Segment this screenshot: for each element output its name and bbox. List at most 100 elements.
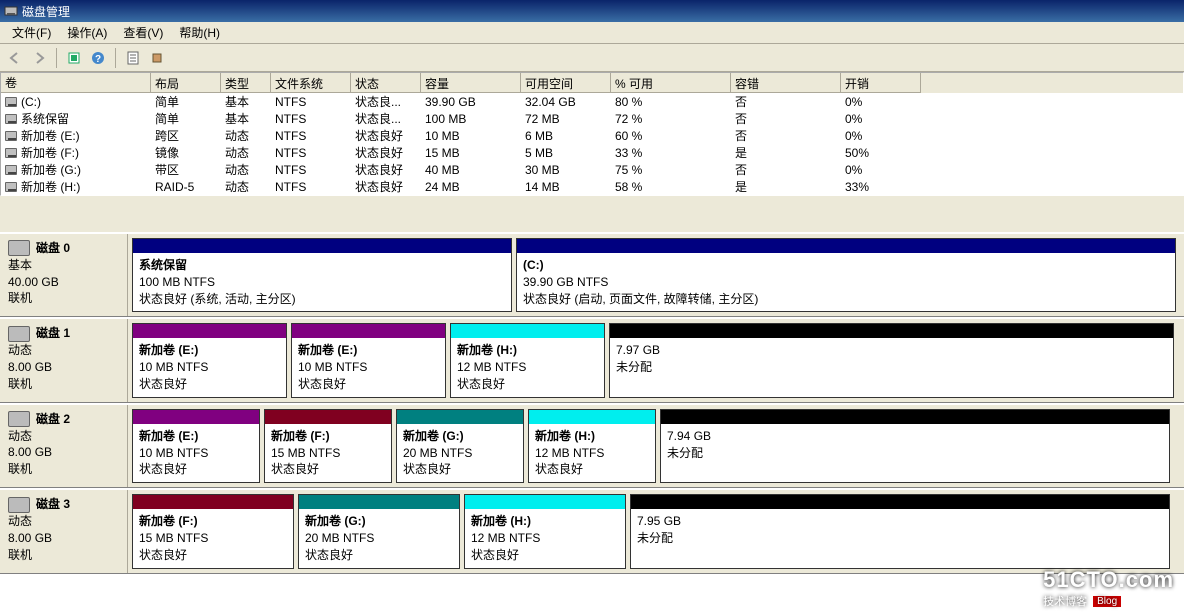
partition[interactable]: 新加卷 (H:)12 MB NTFS状态良好 [464,494,626,568]
partition[interactable]: 新加卷 (E:)10 MB NTFS状态良好 [132,409,260,483]
volume-name: 新加卷 (F:) [21,144,79,161]
drive-icon [5,182,17,192]
volume-list-header: 卷 布局 类型 文件系统 状态 容量 可用空间 % 可用 容错 开销 [1,73,1183,93]
volume-free: 14 MB [521,179,611,195]
unallocated-space[interactable]: 7.95 GB未分配 [630,494,1170,568]
menu-action[interactable]: 操作(A) [59,22,115,43]
disk-map: 磁盘 0基本40.00 GB联机系统保留100 MB NTFS状态良好 (系统,… [0,232,1184,574]
partition[interactable]: 新加卷 (H:)12 MB NTFS状态良好 [450,323,605,397]
menu-view[interactable]: 查看(V) [115,22,171,43]
nav-back-button [4,47,26,69]
volume-row[interactable]: 新加卷 (H:)RAID-5动态NTFS状态良好24 MB14 MB58 %是3… [1,178,1183,195]
partition-name: 新加卷 (G:) [305,513,453,530]
volume-pct: 72 % [611,111,731,127]
partition-status: 状态良好 [457,376,598,393]
partition[interactable]: 新加卷 (E:)10 MB NTFS状态良好 [291,323,446,397]
col-capacity[interactable]: 容量 [421,73,521,93]
partition-status: 未分配 [616,359,1167,376]
disk-kind: 动态 [8,342,119,359]
volume-row[interactable]: 新加卷 (G:)带区动态NTFS状态良好40 MB30 MB75 %否0% [1,161,1183,178]
help-button[interactable]: ? [87,47,109,69]
col-volume[interactable]: 卷 [1,73,151,93]
disk-size: 8.00 GB [8,530,119,547]
toolbar-separator [115,48,116,68]
menu-help[interactable]: 帮助(H) [171,22,228,43]
disk-icon [8,497,30,513]
volume-row[interactable]: 新加卷 (F:)镜像动态NTFS状态良好15 MB5 MB33 %是50% [1,144,1183,161]
partition-size: 12 MB NTFS [535,445,649,462]
volume-list[interactable]: 卷 布局 类型 文件系统 状态 容量 可用空间 % 可用 容错 开销 (C:)简… [0,72,1184,196]
volume-overhead: 0% [841,128,921,144]
partition-name: 新加卷 (H:) [471,513,619,530]
volume-type: 动态 [221,177,271,196]
volume-row[interactable]: 系统保留简单基本NTFS状态良...100 MB72 MB72 %否0% [1,110,1183,127]
col-type[interactable]: 类型 [221,73,271,93]
partition-header-bar [133,410,259,424]
volume-overhead: 33% [841,179,921,195]
col-overhead[interactable]: 开销 [841,73,921,93]
col-layout[interactable]: 布局 [151,73,221,93]
volume-capacity: 39.90 GB [421,94,521,110]
drive-icon [5,97,17,107]
partition[interactable]: 新加卷 (E:)10 MB NTFS状态良好 [132,323,287,397]
partition-header-bar [299,495,459,509]
volume-name: 新加卷 (G:) [21,161,81,178]
col-pct[interactable]: % 可用 [611,73,731,93]
partition-status: 状态良好 [298,376,439,393]
col-fs[interactable]: 文件系统 [271,73,351,93]
volume-fs: NTFS [271,179,351,195]
partition-header-bar [517,239,1175,253]
disk-kind: 动态 [8,428,119,445]
unallocated-space[interactable]: 7.97 GB未分配 [609,323,1174,397]
disk-info[interactable]: 磁盘 1动态8.00 GB联机 [0,319,128,401]
disk-info[interactable]: 磁盘 3动态8.00 GB联机 [0,490,128,572]
partition-name: 新加卷 (H:) [457,342,598,359]
menu-file[interactable]: 文件(F) [4,22,59,43]
partition-area: 新加卷 (F:)15 MB NTFS状态良好新加卷 (G:)20 MB NTFS… [128,490,1184,572]
partition[interactable]: 新加卷 (G:)20 MB NTFS状态良好 [298,494,460,568]
partition-header-bar [133,239,511,253]
volume-overhead: 0% [841,162,921,178]
disk-info[interactable]: 磁盘 0基本40.00 GB联机 [0,234,128,316]
col-status[interactable]: 状态 [351,73,421,93]
partition-size: 7.95 GB [637,513,1163,530]
volume-pct: 33 % [611,145,731,161]
volume-fs: NTFS [271,94,351,110]
volume-free: 72 MB [521,111,611,127]
partition-size: 15 MB NTFS [271,445,385,462]
partition-size: 10 MB NTFS [139,445,253,462]
refresh-button[interactable] [63,47,85,69]
partition-name: 新加卷 (F:) [139,513,287,530]
properties-button[interactable] [122,47,144,69]
volume-row[interactable]: 新加卷 (E:)跨区动态NTFS状态良好10 MB6 MB60 %否0% [1,127,1183,144]
disk-kind: 动态 [8,513,119,530]
splitter[interactable] [0,196,1184,232]
partition-name: 新加卷 (E:) [139,428,253,445]
partition-header-bar [265,410,391,424]
disk-row: 磁盘 1动态8.00 GB联机新加卷 (E:)10 MB NTFS状态良好新加卷… [0,317,1184,402]
partition-size: 20 MB NTFS [305,530,453,547]
unallocated-space[interactable]: 7.94 GB未分配 [660,409,1170,483]
disk-label: 磁盘 2 [36,411,70,428]
volume-row[interactable]: (C:)简单基本NTFS状态良...39.90 GB32.04 GB80 %否0… [1,93,1183,110]
partition[interactable]: 新加卷 (F:)15 MB NTFS状态良好 [132,494,294,568]
volume-name: (C:) [21,95,41,109]
partition-header-bar [292,324,445,338]
partition[interactable]: (C:)39.90 GB NTFS状态良好 (启动, 页面文件, 故障转储, 主… [516,238,1176,312]
partition[interactable]: 新加卷 (F:)15 MB NTFS状态良好 [264,409,392,483]
partition-area: 新加卷 (E:)10 MB NTFS状态良好新加卷 (F:)15 MB NTFS… [128,405,1184,487]
col-ft[interactable]: 容错 [731,73,841,93]
disk-state: 联机 [8,290,119,307]
disk-info[interactable]: 磁盘 2动态8.00 GB联机 [0,405,128,487]
partition[interactable]: 新加卷 (H:)12 MB NTFS状态良好 [528,409,656,483]
partition-header-bar [451,324,604,338]
partition-size: 7.97 GB [616,342,1167,359]
col-free[interactable]: 可用空间 [521,73,611,93]
volume-capacity: 100 MB [421,111,521,127]
settings-button[interactable] [146,47,168,69]
partition[interactable]: 新加卷 (G:)20 MB NTFS状态良好 [396,409,524,483]
svg-text:?: ? [95,54,101,65]
partition-size: 7.94 GB [667,428,1163,445]
partition[interactable]: 系统保留100 MB NTFS状态良好 (系统, 活动, 主分区) [132,238,512,312]
partition-status: 状态良好 [305,547,453,564]
